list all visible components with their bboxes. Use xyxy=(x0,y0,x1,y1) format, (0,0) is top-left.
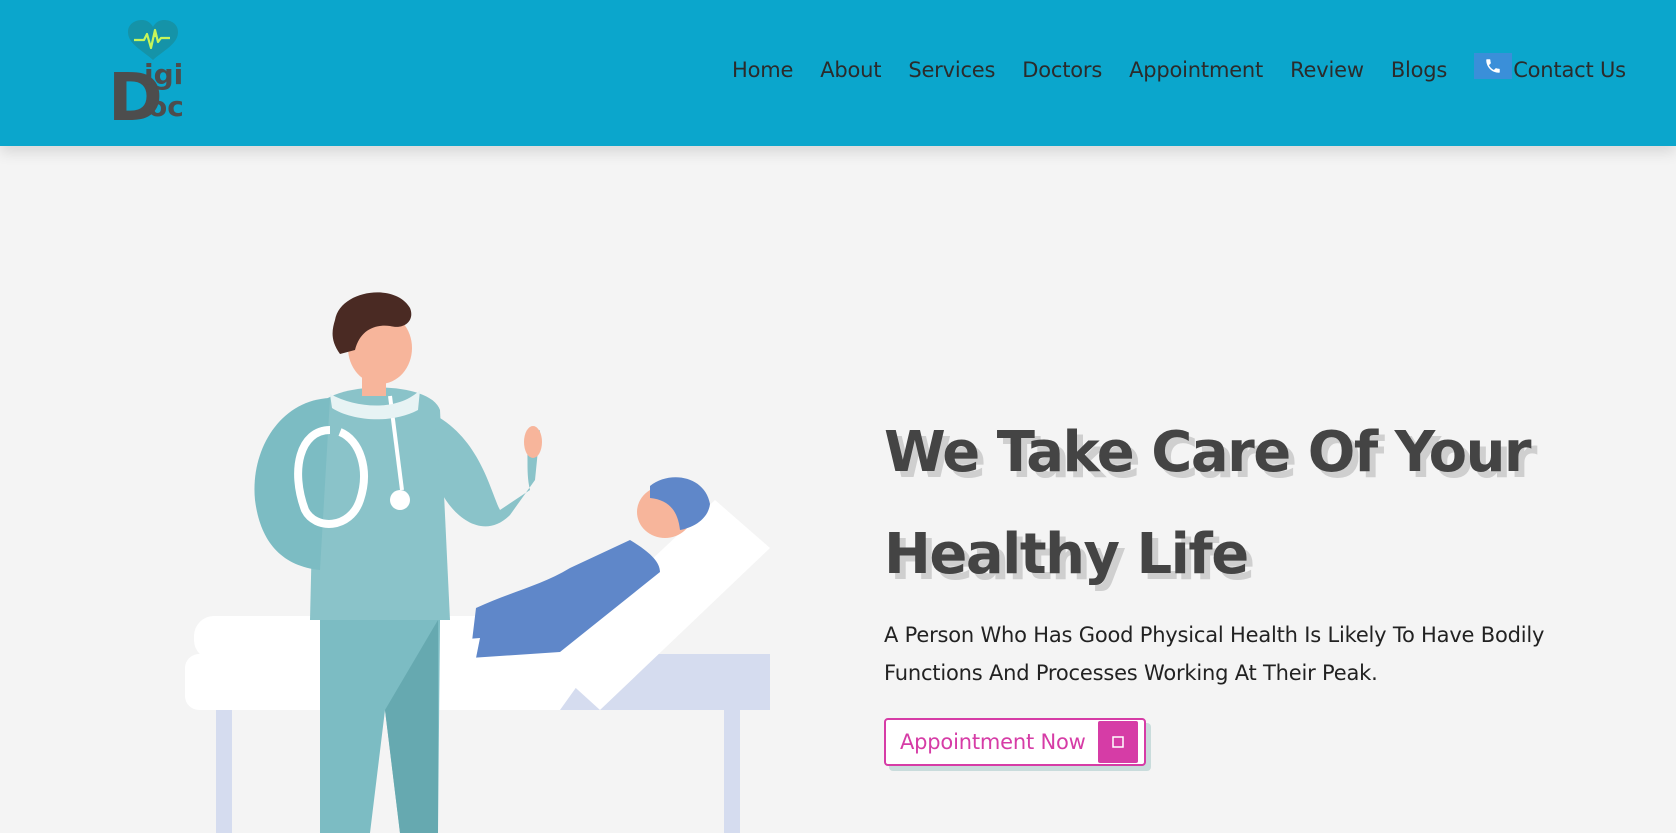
nav-about[interactable]: About xyxy=(820,58,881,82)
logo-text-top: igi xyxy=(144,58,183,91)
main-nav: Home About Services Doctors Appointment … xyxy=(732,53,1626,82)
navbar: D igi oc Home About Services Doctors App… xyxy=(0,0,1676,146)
nav-contact-label: Contact Us xyxy=(1513,58,1626,82)
doctor-patient-illustration xyxy=(185,292,770,833)
digidoc-logo[interactable]: D igi oc xyxy=(108,20,198,122)
arrow-icon xyxy=(1098,721,1138,763)
nav-services[interactable]: Services xyxy=(908,58,995,82)
hero-subtitle: A Person Who Has Good Physical Health Is… xyxy=(884,616,1584,692)
nav-home[interactable]: Home xyxy=(732,58,793,82)
nav-blogs[interactable]: Blogs xyxy=(1391,58,1448,82)
nav-contact-us[interactable]: Contact Us xyxy=(1474,53,1626,82)
hero-subtitle-line2: Functions And Processes Working At Their… xyxy=(884,661,1378,685)
appointment-now-label: Appointment Now xyxy=(900,730,1086,754)
hero-title-line1: We Take Care Of Your xyxy=(884,420,1532,485)
nav-review[interactable]: Review xyxy=(1290,58,1364,82)
hero-subtitle-line1: A Person Who Has Good Physical Health Is… xyxy=(884,623,1545,647)
appointment-now-button[interactable]: Appointment Now xyxy=(884,718,1146,766)
logo-text-bottom: oc xyxy=(148,90,184,122)
hero-title: We Take Care Of Your Healthy Life xyxy=(884,402,1604,606)
hero-title-line2: Healthy Life xyxy=(884,522,1249,587)
phone-icon xyxy=(1474,53,1513,79)
nav-appointment[interactable]: Appointment xyxy=(1129,58,1263,82)
nav-doctors[interactable]: Doctors xyxy=(1022,58,1102,82)
